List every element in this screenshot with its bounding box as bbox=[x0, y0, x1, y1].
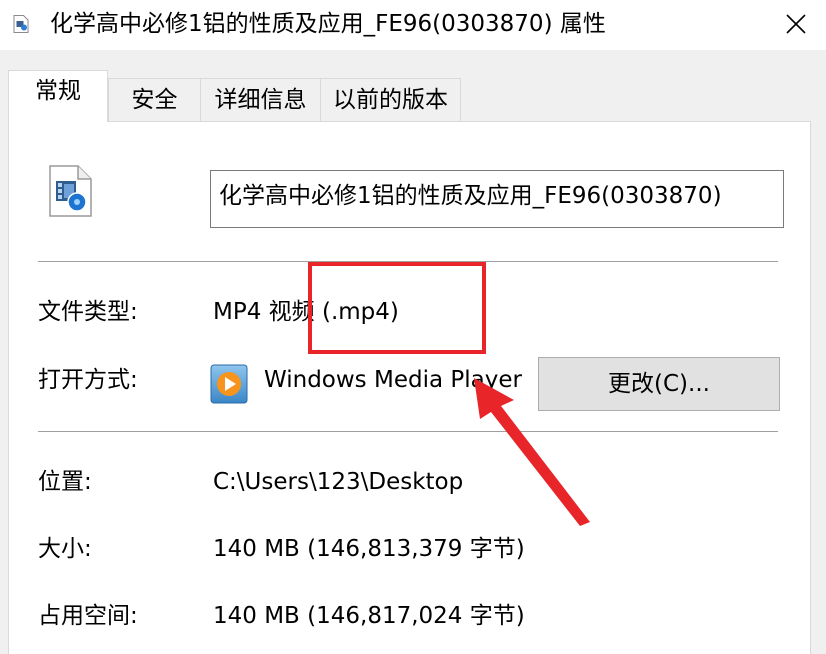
tab-previous-versions[interactable]: 以前的版本 bbox=[320, 78, 461, 121]
windows-media-player-icon bbox=[210, 364, 248, 404]
tab-general[interactable]: 常规 bbox=[8, 70, 108, 122]
properties-window: 化学高中必修1铝的性质及应用_FE96(0303870) 属性 常规 安全 详细… bbox=[0, 0, 826, 654]
annotation-arrow bbox=[474, 378, 590, 526]
annotation-highlight-box bbox=[308, 262, 486, 354]
tab-security[interactable]: 安全 bbox=[108, 78, 201, 121]
video-file-icon bbox=[13, 15, 29, 33]
file-name-input[interactable]: 化学高中必修1铝的性质及应用_FE96(0303870) bbox=[210, 170, 784, 228]
close-icon bbox=[786, 14, 806, 34]
location-label: 位置: bbox=[38, 469, 92, 495]
video-file-icon bbox=[49, 165, 92, 217]
title-bar: 化学高中必修1铝的性质及应用_FE96(0303870) 属性 bbox=[0, 0, 826, 50]
file-type-label: 文件类型: bbox=[38, 299, 138, 325]
close-button[interactable] bbox=[766, 0, 826, 48]
open-with-label: 打开方式: bbox=[38, 367, 138, 393]
size-label: 大小: bbox=[38, 536, 92, 562]
location-value: C:\Users\123\Desktop bbox=[213, 469, 464, 495]
size-value: 140 MB (146,813,379 字节) bbox=[213, 536, 525, 562]
disk-size-label: 占用空间: bbox=[38, 603, 138, 629]
divider bbox=[38, 431, 778, 432]
window-title: 化学高中必修1铝的性质及应用_FE96(0303870) 属性 bbox=[50, 11, 606, 37]
disk-size-value: 140 MB (146,817,024 字节) bbox=[213, 603, 525, 629]
tab-details[interactable]: 详细信息 bbox=[200, 78, 321, 121]
